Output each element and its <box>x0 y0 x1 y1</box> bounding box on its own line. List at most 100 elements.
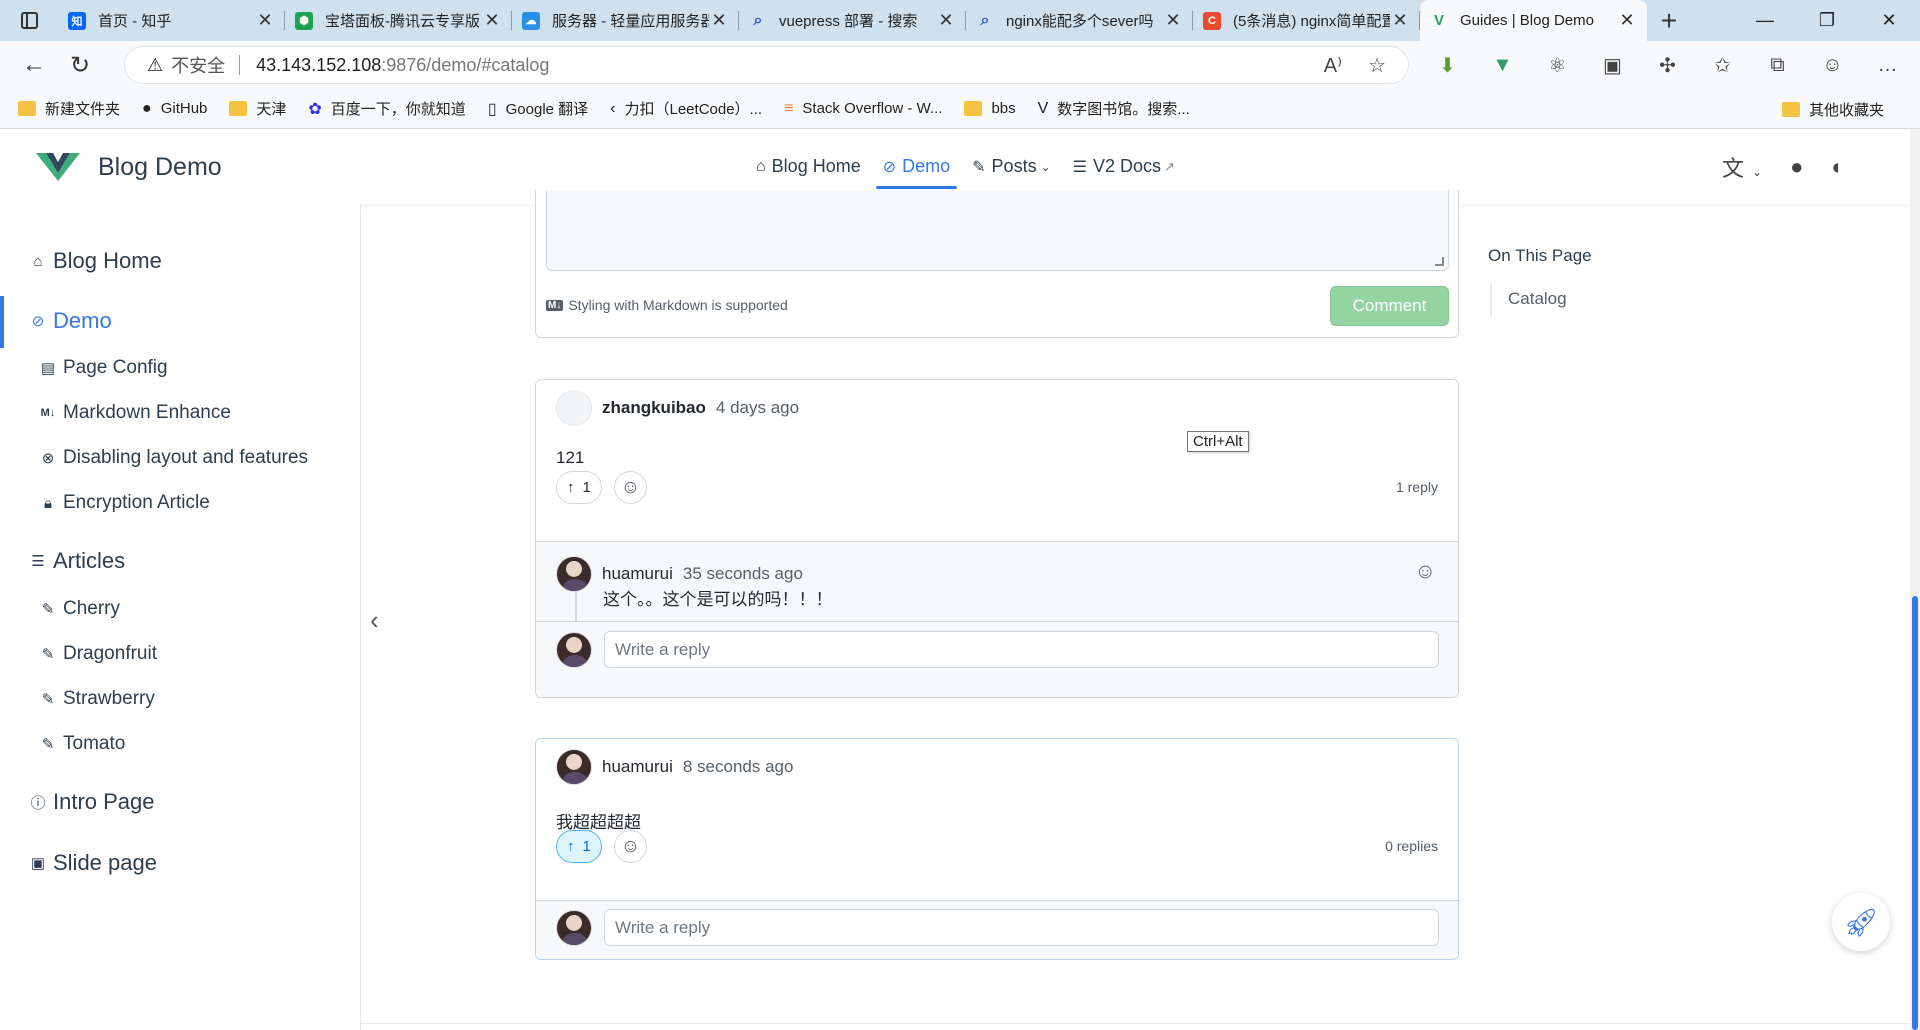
avatar[interactable] <box>556 390 592 426</box>
sidebar-item-dragonfruit[interactable]: ✎ Dragonfruit <box>38 643 157 665</box>
bookmark-item[interactable]: ≡ Stack Overflow - W... <box>784 100 942 118</box>
sidebar-item-disabling-layout[interactable]: ⊗ Disabling layout and features <box>38 447 308 469</box>
resize-handle-icon[interactable] <box>1435 257 1444 266</box>
upvote-button[interactable]: ↑ 1 <box>556 830 602 863</box>
avatar[interactable] <box>556 749 592 785</box>
sidebar-collapse-icon[interactable]: ‹ <box>370 605 379 636</box>
comment-button[interactable]: Comment <box>1330 286 1449 326</box>
bookmark-item[interactable]: bbs <box>964 100 1016 117</box>
extensions-puzzle-icon[interactable]: ✣ <box>1640 53 1695 78</box>
sidebar-item-cherry[interactable]: ✎ Cherry <box>38 598 120 620</box>
markdown-note[interactable]: M↓ Styling with Markdown is supported <box>546 297 788 313</box>
bookmark-item[interactable]: V 数字图书馆。搜索... <box>1038 98 1190 119</box>
add-reaction-icon[interactable]: ☺ <box>614 830 647 863</box>
comment-time[interactable]: 8 seconds ago <box>683 757 794 777</box>
sidebar-item-tomato[interactable]: ✎ Tomato <box>38 733 126 755</box>
reply-author[interactable]: huamurui <box>602 564 673 584</box>
scrollbar-thumb[interactable] <box>1912 596 1918 1030</box>
comment-time[interactable]: 4 days ago <box>716 398 799 418</box>
comment-textarea[interactable] <box>546 190 1449 271</box>
sidebar-item-encryption-article[interactable]: 🔒︎ Encryption Article <box>38 492 210 514</box>
vuepress-logo-icon[interactable] <box>36 149 80 181</box>
sidebar: ⌂ Blog Home ⊘ Demo ▤ Page Config M↓ Markdown… <box>0 204 361 1030</box>
sidebar-item-intro-page[interactable]: ⓘ Intro Page <box>28 789 154 815</box>
sidebar-item-page-config[interactable]: ▤ Page Config <box>38 357 168 379</box>
edit-icon: ✎ <box>41 691 55 708</box>
new-tab-icon[interactable]: + <box>1647 0 1691 41</box>
favorites-icon[interactable]: ✩ <box>1695 53 1750 78</box>
extension-react-icon[interactable]: ⚛ <box>1530 53 1585 78</box>
add-reaction-icon[interactable]: ☺ <box>614 471 647 504</box>
restore-icon[interactable]: ❐ <box>1796 0 1858 41</box>
github-icon[interactable]: ● <box>1790 154 1803 180</box>
folder-icon <box>229 101 248 116</box>
bookmark-item[interactable]: 新建文件夹 <box>18 98 120 119</box>
tab-actions-icon[interactable] <box>0 0 58 41</box>
add-reaction-icon[interactable]: ☺ <box>1415 560 1436 584</box>
sidebar-item-markdown-enhance[interactable]: M↓ Markdown Enhance <box>38 402 231 424</box>
comment-author[interactable]: huamurui <box>602 757 673 777</box>
browser-tab[interactable]: ⬢ 宝塔面板-腾讯云专享版 ✕ <box>285 0 512 41</box>
sidebar-item-slide-page[interactable]: ▣ Slide page <box>28 850 157 876</box>
back-to-top-button[interactable]: 🚀︎ <box>1832 893 1890 951</box>
browser-tab-active[interactable]: V Guides | Blog Demo ✕ <box>1420 0 1647 41</box>
close-tab-icon[interactable]: ✕ <box>1390 10 1410 31</box>
profile-avatar[interactable]: ☺ <box>1805 54 1860 77</box>
reply-time[interactable]: 35 seconds ago <box>683 564 803 584</box>
extension-download-icon[interactable]: ⬇ <box>1420 53 1475 78</box>
close-tab-icon[interactable]: ✕ <box>709 10 729 31</box>
folder-icon <box>18 101 36 116</box>
collections-icon[interactable]: ⧉ <box>1750 54 1805 77</box>
cloud-icon: ☁ <box>522 11 540 30</box>
minimize-icon[interactable]: — <box>1734 0 1796 41</box>
close-tab-icon[interactable]: ✕ <box>936 10 956 31</box>
toc-item-catalog[interactable]: Catalog <box>1508 289 1567 309</box>
avatar[interactable] <box>556 556 592 592</box>
page-scrollbar[interactable] <box>1910 129 1920 1030</box>
bookmark-item[interactable]: ● GitHub <box>142 100 207 118</box>
edit-icon: ✎ <box>41 601 55 618</box>
other-bookmarks[interactable]: 其他收藏夹 <box>1781 99 1884 120</box>
tab-title: 宝塔面板-腾讯云专享版 <box>325 13 480 30</box>
sidebar-item-strawberry[interactable]: ✎ Strawberry <box>38 688 155 710</box>
reply-input[interactable]: Write a reply <box>604 909 1439 946</box>
close-tab-icon[interactable]: ✕ <box>1617 10 1637 31</box>
refresh-icon[interactable]: ↻ <box>58 47 102 83</box>
url-field[interactable]: ⚠ 不安全 43.143.152.108:9876/demo/#catalog … <box>124 46 1409 84</box>
back-arrow-icon[interactable]: ← <box>12 47 56 83</box>
bookmark-item[interactable]: ✿ 百度一下，你就知道 <box>308 98 465 119</box>
read-aloud-icon[interactable]: A⁾ <box>1324 53 1342 78</box>
close-window-icon[interactable]: ✕ <box>1858 0 1920 41</box>
comment-author[interactable]: zhangkuibao <box>602 398 706 418</box>
language-icon[interactable]: 文 ⌄ <box>1722 151 1762 183</box>
extension-game-icon[interactable]: ▣ <box>1585 53 1640 78</box>
site-brand[interactable]: Blog Demo <box>98 153 222 182</box>
edit-icon: ✎ <box>41 646 55 663</box>
sidebar-item-articles[interactable]: ☰ Articles <box>28 548 125 574</box>
close-tab-icon[interactable]: ✕ <box>1163 10 1183 31</box>
external-link-icon: ↗ <box>1164 158 1175 174</box>
more-menu-icon[interactable]: … <box>1860 54 1915 77</box>
browser-tab[interactable]: ⌕ vuepress 部署 - 搜索 ✕ <box>739 0 966 41</box>
sidebar-item-demo[interactable]: ⊘ Demo <box>28 308 112 334</box>
sidebar-item-blog-home[interactable]: ⌂ Blog Home <box>28 248 161 274</box>
page-icon: ▯ <box>487 100 497 118</box>
browser-tab[interactable]: ☁ 服务器 - 轻量应用服务器 ✕ <box>512 0 739 41</box>
browser-tab[interactable]: 知 首页 - 知乎 ✕ <box>58 0 285 41</box>
close-tab-icon[interactable]: ✕ <box>482 10 502 31</box>
reply-input[interactable]: Write a reply <box>604 631 1439 668</box>
config-icon: ▤ <box>40 360 56 377</box>
bookmark-item[interactable]: ‹ 力扣（LeetCode）... <box>610 98 762 119</box>
reply-input-row: Write a reply <box>536 900 1458 959</box>
extension-vue-icon[interactable]: ▼ <box>1475 54 1530 77</box>
add-favorite-icon[interactable]: ☆ <box>1368 53 1386 78</box>
bookmark-item[interactable]: ▯ Google 翻译 <box>488 98 588 119</box>
reply-item: huamurui 35 seconds ago 这个。。这个是可以的吗！！！ ☺ <box>536 541 1458 622</box>
home-icon: ⌂ <box>756 157 766 175</box>
upvote-button[interactable]: ↑ 1 <box>556 471 602 504</box>
bookmark-item[interactable]: 天津 <box>229 98 286 119</box>
browser-tab[interactable]: ⌕ nginx能配多个sever吗 ✕ <box>966 0 1193 41</box>
theme-toggle-icon[interactable]: ◐ <box>1831 154 1844 180</box>
close-tab-icon[interactable]: ✕ <box>255 10 275 31</box>
browser-tab[interactable]: C (5条消息) nginx简单配置 ✕ <box>1193 0 1420 41</box>
